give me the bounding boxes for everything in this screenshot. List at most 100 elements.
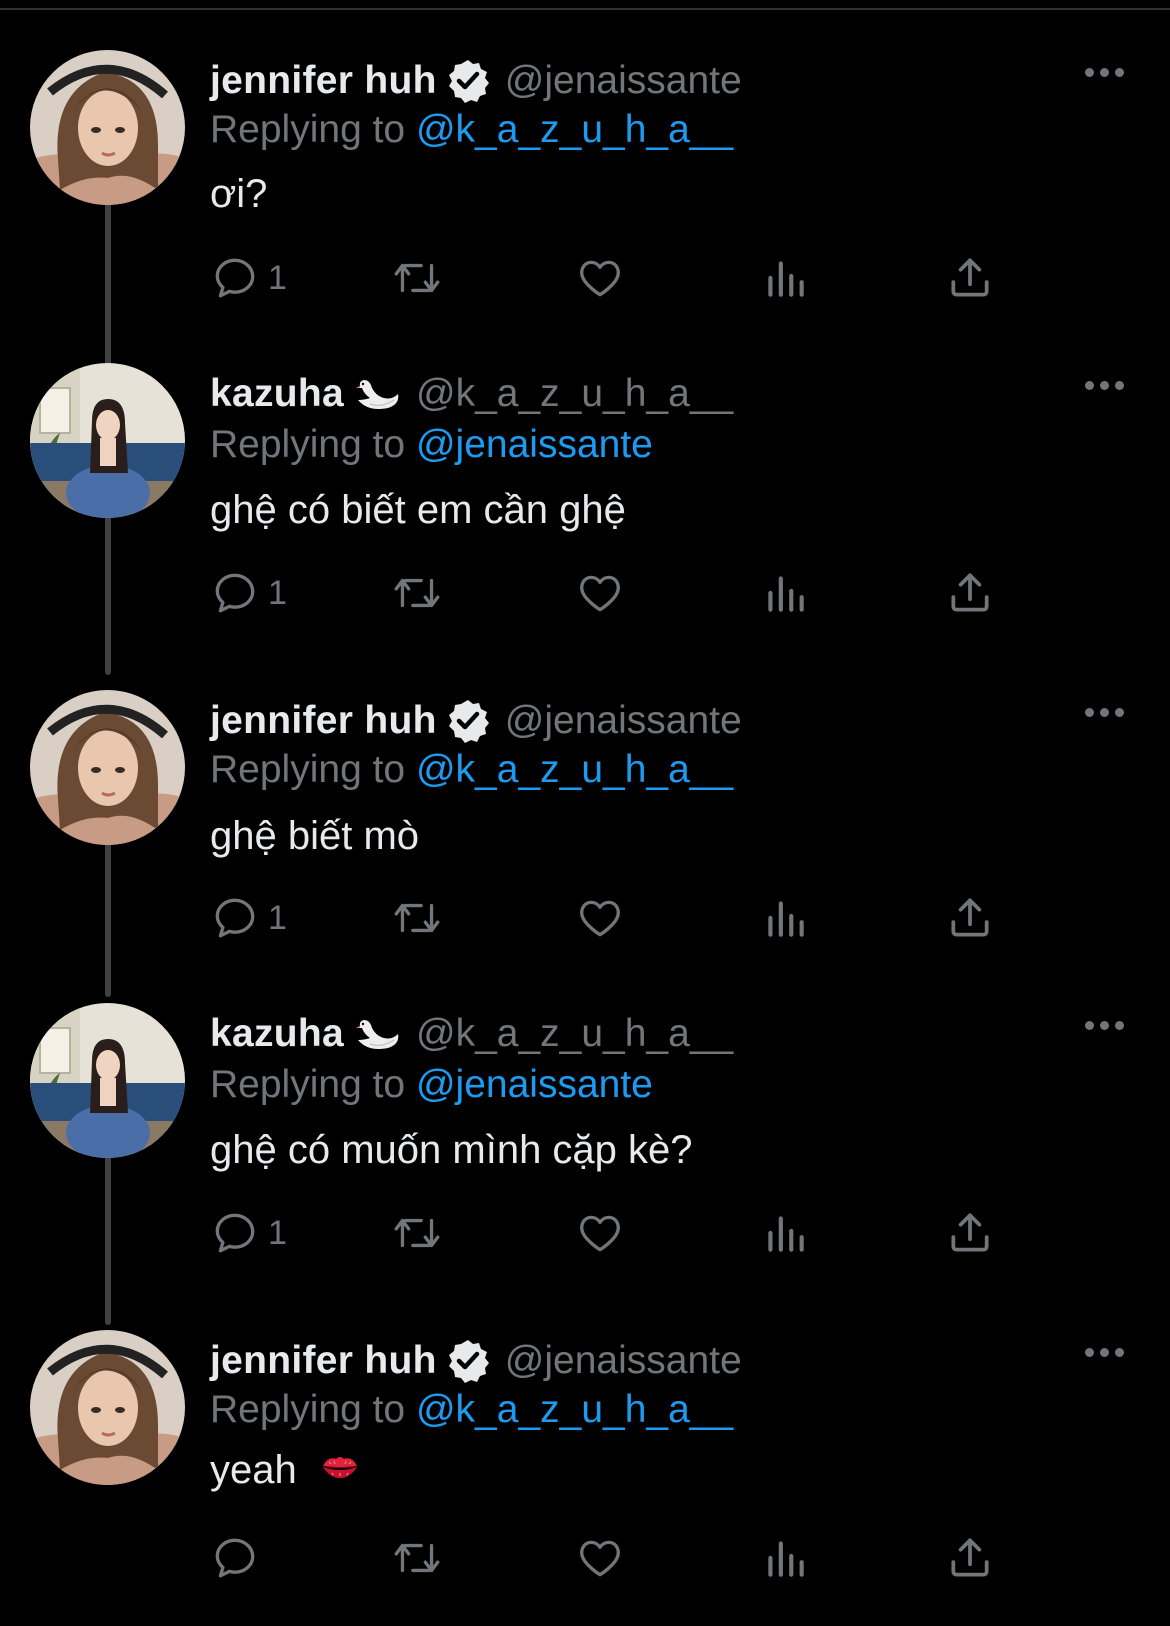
author-handle[interactable]: @jenaissante <box>505 59 742 103</box>
retweet-button[interactable] <box>390 1205 444 1261</box>
author-name[interactable]: kazuha <box>210 1012 344 1056</box>
reply-button[interactable]: 1 <box>210 565 287 621</box>
tweet[interactable]: jennifer huh @jenaissante Replying to @k… <box>0 690 1170 1010</box>
retweet-button[interactable] <box>390 565 444 621</box>
author-handle[interactable]: @jenaissante <box>505 699 742 743</box>
like-icon <box>580 900 620 937</box>
tweet[interactable]: jennifer huh @jenaissante Replying to @k… <box>0 50 1170 372</box>
views-icon <box>768 901 804 937</box>
reply-button[interactable]: 1 <box>210 250 287 306</box>
like-button[interactable] <box>575 890 625 946</box>
views-icon <box>768 1541 804 1577</box>
top-divider <box>0 8 1170 10</box>
views-button[interactable] <box>760 1530 810 1586</box>
reply-count: 1 <box>268 898 287 937</box>
tweet-text: ghệ biết mò <box>210 814 420 858</box>
thread-line <box>105 842 111 997</box>
tweet-header: kazuha @k_a_z_u_h_a__ <box>210 369 733 419</box>
share-icon <box>951 573 989 612</box>
thread-line <box>105 1155 111 1325</box>
share-icon <box>951 898 989 937</box>
tweet-actions <box>210 1530 1110 1590</box>
views-button[interactable] <box>760 890 810 946</box>
swan-icon <box>354 374 402 414</box>
replying-to: Replying to @k_a_z_u_h_a__ <box>210 1388 733 1432</box>
author-name[interactable]: jennifer huh <box>210 59 437 103</box>
like-icon <box>580 575 620 612</box>
thread-line <box>105 202 111 372</box>
more-icon[interactable] <box>1085 1021 1129 1035</box>
replying-prefix: Replying to <box>210 748 406 791</box>
views-icon <box>768 576 804 612</box>
share-button[interactable] <box>945 250 995 306</box>
more-icon[interactable] <box>1085 708 1129 722</box>
verified-badge-icon <box>445 1338 491 1384</box>
replying-mention[interactable]: @jenaissante <box>416 423 653 466</box>
more-icon[interactable] <box>1085 1348 1129 1362</box>
like-button[interactable] <box>575 1205 625 1261</box>
retweet-button[interactable] <box>390 1530 444 1586</box>
views-button[interactable] <box>760 565 810 621</box>
retweet-button[interactable] <box>390 890 444 946</box>
reply-button[interactable] <box>210 1530 268 1586</box>
like-icon <box>580 1540 620 1577</box>
author-handle[interactable]: @jenaissante <box>505 1339 742 1383</box>
thread-line <box>105 353 111 363</box>
verified-badge-icon <box>445 58 491 104</box>
share-button[interactable] <box>945 890 995 946</box>
retweet-icon <box>394 1543 440 1573</box>
tweet-text-row: yeah <box>210 1448 360 1495</box>
retweet-icon <box>394 578 440 608</box>
tweet-header: jennifer huh @jenaissante <box>210 1336 742 1386</box>
tweet[interactable]: kazuha @k_a_z_u_h_a__ Replying to @jenai… <box>0 353 1170 683</box>
tweet-actions: 1 <box>210 250 1110 310</box>
tweet-actions: 1 <box>210 565 1110 625</box>
reply-icon <box>215 573 255 613</box>
share-button[interactable] <box>945 1530 995 1586</box>
avatar-kazuha[interactable] <box>30 363 185 518</box>
tweet-text: ghệ có biết em cần ghệ <box>210 488 626 532</box>
replying-mention[interactable]: @k_a_z_u_h_a__ <box>416 1388 733 1431</box>
reply-icon <box>215 258 255 298</box>
author-name[interactable]: kazuha <box>210 372 344 416</box>
like-button[interactable] <box>575 565 625 621</box>
replying-prefix: Replying to <box>210 108 406 151</box>
views-button[interactable] <box>760 250 810 306</box>
views-icon <box>768 261 804 297</box>
replying-mention[interactable]: @jenaissante <box>416 1063 653 1106</box>
replying-mention[interactable]: @k_a_z_u_h_a__ <box>416 748 733 791</box>
views-icon <box>768 1216 804 1252</box>
reply-icon <box>215 1213 255 1253</box>
tweet-header: jennifer huh @jenaissante <box>210 696 742 746</box>
share-button[interactable] <box>945 565 995 621</box>
tweet[interactable]: jennifer huh @jenaissante Replying to @k… <box>0 1330 1170 1626</box>
reply-button[interactable]: 1 <box>210 1205 287 1261</box>
like-button[interactable] <box>575 250 625 306</box>
more-icon[interactable] <box>1085 68 1129 82</box>
reply-icon <box>215 1538 255 1578</box>
replying-prefix: Replying to <box>210 1388 406 1431</box>
tweet[interactable]: kazuha @k_a_z_u_h_a__ Replying to @jenai… <box>0 1003 1170 1325</box>
avatar-jennifer[interactable] <box>30 50 185 205</box>
replying-to: Replying to @jenaissante <box>210 1063 653 1107</box>
retweet-button[interactable] <box>390 250 444 306</box>
author-name[interactable]: jennifer huh <box>210 1339 437 1383</box>
retweet-icon <box>394 903 440 933</box>
author-handle[interactable]: @k_a_z_u_h_a__ <box>416 1012 733 1056</box>
avatar-jennifer[interactable] <box>30 690 185 845</box>
like-button[interactable] <box>575 1530 625 1586</box>
avatar-kazuha[interactable] <box>30 1003 185 1158</box>
avatar-jennifer[interactable] <box>30 1330 185 1485</box>
tweet-text: ghệ có muốn mình cặp kè? <box>210 1128 693 1172</box>
replying-mention[interactable]: @k_a_z_u_h_a__ <box>416 108 733 151</box>
share-button[interactable] <box>945 1205 995 1261</box>
replying-to: Replying to @k_a_z_u_h_a__ <box>210 108 733 152</box>
more-icon[interactable] <box>1085 381 1129 395</box>
share-icon <box>951 1538 989 1577</box>
author-name[interactable]: jennifer huh <box>210 699 437 743</box>
views-button[interactable] <box>760 1205 810 1261</box>
kiss-icon <box>320 1450 360 1495</box>
reply-button[interactable]: 1 <box>210 890 287 946</box>
author-handle[interactable]: @k_a_z_u_h_a__ <box>416 372 733 416</box>
share-icon <box>951 1213 989 1252</box>
